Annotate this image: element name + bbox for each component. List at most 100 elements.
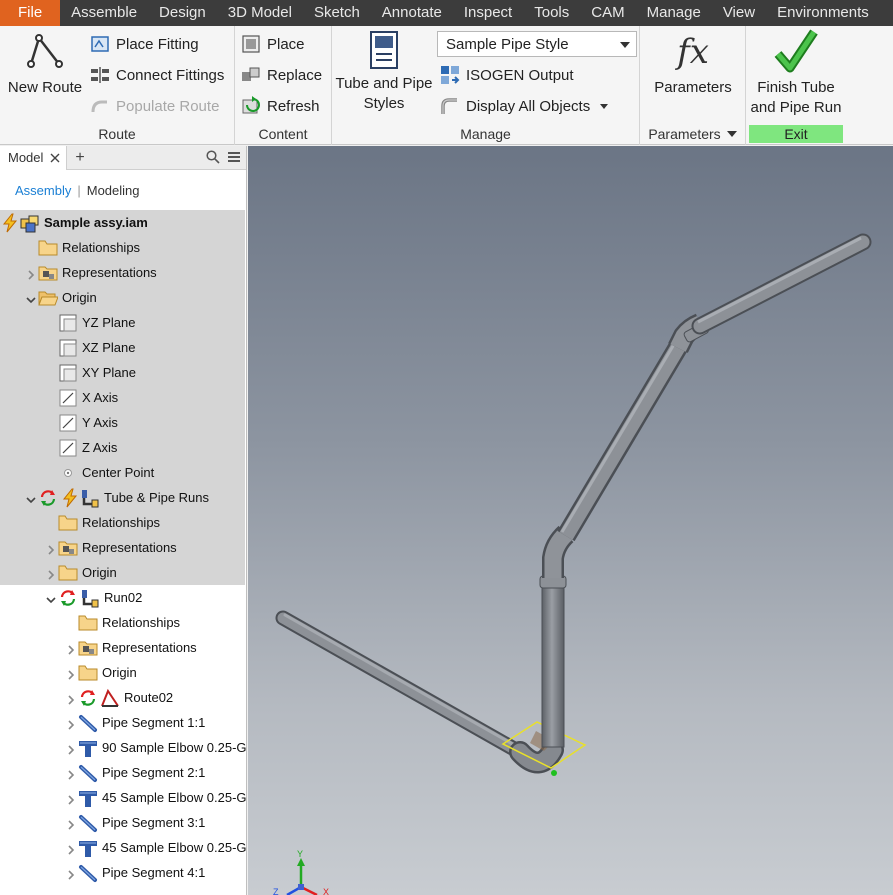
tree-node-xy-plane[interactable]: XY Plane	[0, 360, 245, 385]
exit-panel: Finish Tube and Pipe Run Exit	[746, 26, 846, 145]
checkmark-icon	[774, 29, 818, 73]
tree-node-xz-plane[interactable]: XZ Plane	[0, 335, 245, 360]
pipe-segment-4[interactable]	[691, 233, 872, 335]
replace-content-button[interactable]: Replace	[241, 63, 322, 87]
menu-tab-sketch[interactable]: Sketch	[303, 0, 371, 26]
tree-node-origin[interactable]: Origin	[0, 560, 245, 585]
update-icon[interactable]	[38, 488, 58, 508]
pipe-segment-3[interactable]	[557, 338, 689, 542]
tree-node-tube-pipe-runs[interactable]: Tube & Pipe Runs	[0, 485, 245, 510]
tree-node-45-sample-elbow-0-25-ger[interactable]: 45 Sample Elbow 0.25-Ger	[0, 835, 246, 860]
finish-tube-pipe-run-button[interactable]: Finish Tube and Pipe Run	[746, 28, 846, 118]
menu-tab-tools[interactable]: Tools	[523, 0, 580, 26]
menu-tab-3d-model[interactable]: 3D Model	[217, 0, 303, 26]
chevron-down-icon[interactable]	[26, 493, 36, 504]
chevron-right-icon[interactable]	[66, 693, 76, 705]
subtab-assembly[interactable]: Assembly	[15, 183, 71, 198]
tree-node-relationships[interactable]: Relationships	[0, 610, 245, 635]
menu-tab-design[interactable]: Design	[148, 0, 217, 26]
tree-node-x-axis[interactable]: X Axis	[0, 385, 245, 410]
tree-node-90-sample-elbow-0-25-ger[interactable]: 90 Sample Elbow 0.25-Ger	[0, 735, 246, 760]
tree-node-pipe-segment-1-1[interactable]: Pipe Segment 1:1	[0, 710, 245, 735]
elbow-45-fitting-lower[interactable]	[542, 525, 574, 578]
route-point-marker[interactable]	[551, 770, 557, 776]
connect-fittings-button[interactable]: Connect Fittings	[90, 63, 224, 87]
update-icon[interactable]	[58, 588, 78, 608]
pipe-run-3d-view[interactable]: Y Z X	[248, 146, 893, 895]
tree-node-sample-assy-iam[interactable]: Sample assy.iam	[0, 210, 245, 235]
chevron-right-icon[interactable]	[46, 543, 56, 555]
new-route-button[interactable]: New Route	[2, 30, 88, 98]
refresh-content-button[interactable]: Refresh	[241, 94, 320, 118]
chevron-right-icon[interactable]	[66, 743, 76, 755]
tree-node-pipe-segment-2-1[interactable]: Pipe Segment 2:1	[0, 760, 245, 785]
pipe-style-dropdown-value: Sample Pipe Style	[446, 35, 569, 53]
tree-node-representations[interactable]: Representations	[0, 535, 245, 560]
menu-tab-assemble[interactable]: Assemble	[60, 0, 148, 26]
update-icon[interactable]	[78, 688, 98, 708]
plane-icon	[58, 313, 78, 333]
view-triad[interactable]: Y Z X	[273, 849, 329, 895]
parameters-panel-menu[interactable]: Parameters	[640, 125, 745, 143]
tree-node-pipe-segment-4-1[interactable]: Pipe Segment 4:1	[0, 860, 245, 885]
menu-tab-view[interactable]: View	[712, 0, 766, 26]
chevron-right-icon[interactable]	[66, 768, 76, 780]
graphics-viewport[interactable]: Y Z X	[248, 146, 893, 895]
tab-model[interactable]: Model	[0, 146, 68, 170]
tree-node-yz-plane[interactable]: YZ Plane	[0, 310, 245, 335]
chevron-down-icon[interactable]	[600, 103, 609, 109]
pipe-segment-icon	[78, 713, 98, 733]
tree-node-representations[interactable]: Representations	[0, 635, 245, 660]
menu-tab-manage[interactable]: Manage	[636, 0, 712, 26]
chevron-right-icon[interactable]	[66, 868, 76, 880]
chevron-right-icon[interactable]	[66, 793, 76, 805]
pipe-segment-icon	[78, 813, 98, 833]
chevron-down-icon[interactable]	[46, 593, 56, 604]
tree-node-45-sample-elbow-0-25-ger[interactable]: 45 Sample Elbow 0.25-Ger	[0, 785, 246, 810]
chevron-right-icon[interactable]	[66, 818, 76, 830]
menu-tab-cam[interactable]: CAM	[580, 0, 635, 26]
tree-node-run02[interactable]: Run02	[0, 585, 245, 610]
chevron-right-icon[interactable]	[66, 668, 76, 680]
elbow-fitting-icon	[78, 738, 98, 758]
pipe-segment-1[interactable]	[275, 610, 538, 766]
point-icon	[58, 463, 78, 483]
pipe-style-dropdown[interactable]: Sample Pipe Style	[437, 31, 637, 57]
place-fitting-button[interactable]: Place Fitting	[90, 32, 199, 56]
search-icon[interactable]	[206, 150, 220, 164]
display-all-objects-button[interactable]: Display All Objects	[440, 94, 609, 118]
chevron-down-icon[interactable]	[26, 293, 36, 304]
tube-pipe-styles-button[interactable]: Tube and Pipe Styles	[334, 30, 434, 114]
subtab-modeling[interactable]: Modeling	[87, 183, 140, 198]
chevron-right-icon[interactable]	[46, 568, 56, 580]
chevron-right-icon[interactable]	[26, 268, 36, 280]
menu-tab-file[interactable]: File	[0, 0, 61, 26]
populate-route-button[interactable]: Populate Route	[90, 94, 219, 118]
pipe-segment-2[interactable]	[539, 575, 567, 748]
lightning-icon	[0, 213, 20, 233]
parameters-button[interactable]: fx Parameters	[644, 30, 742, 98]
menu-tab-inspect[interactable]: Inspect	[453, 0, 523, 26]
tree-node-route02[interactable]: Route02	[0, 685, 245, 710]
manage-panel-label: Manage	[460, 126, 511, 142]
chevron-right-icon[interactable]	[66, 843, 76, 855]
tree-node-pipe-segment-3-1[interactable]: Pipe Segment 3:1	[0, 810, 245, 835]
tree-node-relationships[interactable]: Relationships	[0, 510, 245, 535]
add-tab-icon[interactable]: +	[75, 149, 84, 167]
chevron-right-icon[interactable]	[66, 718, 76, 730]
chevron-right-icon[interactable]	[66, 643, 76, 655]
tree-node-z-axis[interactable]: Z Axis	[0, 435, 245, 460]
tree-node-representations[interactable]: Representations	[0, 260, 245, 285]
menu-tab-environments[interactable]: Environments	[766, 0, 880, 26]
menu-tab-annotate[interactable]: Annotate	[371, 0, 453, 26]
tree-node-relationships[interactable]: Relationships	[0, 235, 245, 260]
tree-node-label: Representations	[62, 265, 157, 280]
isogen-output-button[interactable]: ISOGEN Output	[440, 63, 574, 87]
menu-icon[interactable]	[228, 152, 240, 162]
tree-node-origin[interactable]: Origin	[0, 285, 245, 310]
close-icon[interactable]	[50, 153, 60, 163]
place-content-button[interactable]: Place	[241, 32, 305, 56]
tree-node-center-point[interactable]: Center Point	[0, 460, 245, 485]
tree-node-y-axis[interactable]: Y Axis	[0, 410, 245, 435]
tree-node-origin[interactable]: Origin	[0, 660, 245, 685]
